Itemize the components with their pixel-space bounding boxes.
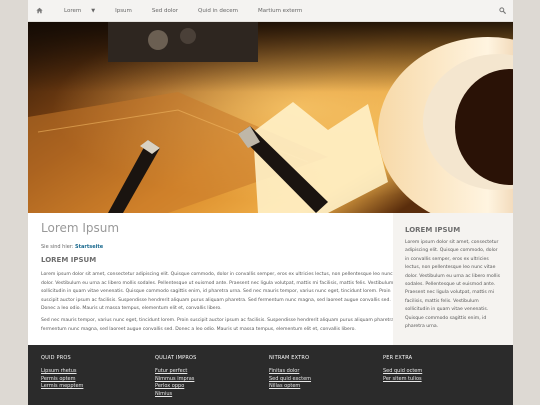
footer-heading: NITRAM EXTRO [269,355,310,361]
section-title: LOREM IPSUM [41,256,97,264]
footer-column: PER EXTRA Sed quid octem Per sitem tulio… [383,355,422,383]
footer-link[interactable]: Nimmus impras [155,376,197,384]
footer-link[interactable]: Sed quid exctem [269,376,311,384]
nav-item-quid-in-decem[interactable]: Quid in decem [188,0,248,22]
sidebar-title: LOREM IPSUM [405,226,461,234]
nav-item-label: Ipsum [115,7,132,14]
sidebar-text: Lorem ipsum dolor sit amet, consectetur … [405,240,500,330]
footer-link[interactable]: Lermis mepptem [41,383,83,391]
body-paragraph: Sed nec mauris tempor, varius nunc eget,… [41,317,406,332]
home-icon[interactable] [28,0,50,22]
footer-link[interactable]: Permis optem [41,376,83,384]
caret-down-icon: ▼ [91,7,96,14]
nav-item-sed-dolor[interactable]: Sed dolor [142,0,188,22]
footer-link[interactable]: Nimius [155,391,197,399]
footer-link[interactable]: Per sitem tulios [383,376,422,384]
breadcrumb-prefix: Sie sind hier: [41,244,74,250]
footer-link[interactable]: Sed quid octem [383,368,422,376]
footer-heading: QULIAT IMPROS [155,355,197,361]
page: Lorem ▼ Ipsum Sed dolor Quid in decem Ma… [28,0,513,405]
footer-link[interactable]: Perlox oppo [155,383,197,391]
nav-item-label: Sed dolor [151,7,179,14]
breadcrumb-link-startseite[interactable]: Startseite [75,244,103,250]
footer-link[interactable]: Finitas dolor [269,368,311,376]
footer-column: QULIAT IMPROS Futur perfect Nimmus impra… [155,355,197,399]
footer-column: QUID PROS Lipsum rhetus Permis optem Ler… [41,355,83,391]
footer-link[interactable]: Lipsum rhetus [41,368,83,376]
footer-column: NITRAM EXTRO Finitas dolor Sed quid exct… [269,355,311,391]
footer-link[interactable]: Futur perfect [155,368,197,376]
search-icon[interactable] [491,0,513,22]
sidebar: LOREM IPSUM Lorem ipsum dolor sit amet, … [393,213,513,345]
nav-item-ipsum[interactable]: Ipsum [105,0,142,22]
footer: QUID PROS Lipsum rhetus Permis optem Ler… [28,345,513,405]
nav-item-label: Lorem [64,7,82,14]
footer-heading: QUID PROS [41,355,71,361]
hero-image [28,22,513,213]
nav-item-martium-exterm[interactable]: Martium exterm [248,0,312,22]
body-paragraph: Lorem ipsum dolor sit amet, consectetur … [41,272,406,312]
footer-heading: PER EXTRA [383,355,413,361]
nav-item-label: Martium exterm [258,7,303,14]
top-navigation: Lorem ▼ Ipsum Sed dolor Quid in decem Ma… [28,0,513,22]
breadcrumb: Sie sind hier: Startseite [41,244,406,250]
main-content: Lorem Ipsum Sie sind hier: Startseite LO… [41,221,406,334]
page-title: Lorem Ipsum [41,221,120,235]
nav-item-lorem[interactable]: Lorem ▼ [54,0,105,22]
nav-item-label: Quid in decem [198,7,239,14]
footer-link[interactable]: Nillas optem [269,383,311,391]
